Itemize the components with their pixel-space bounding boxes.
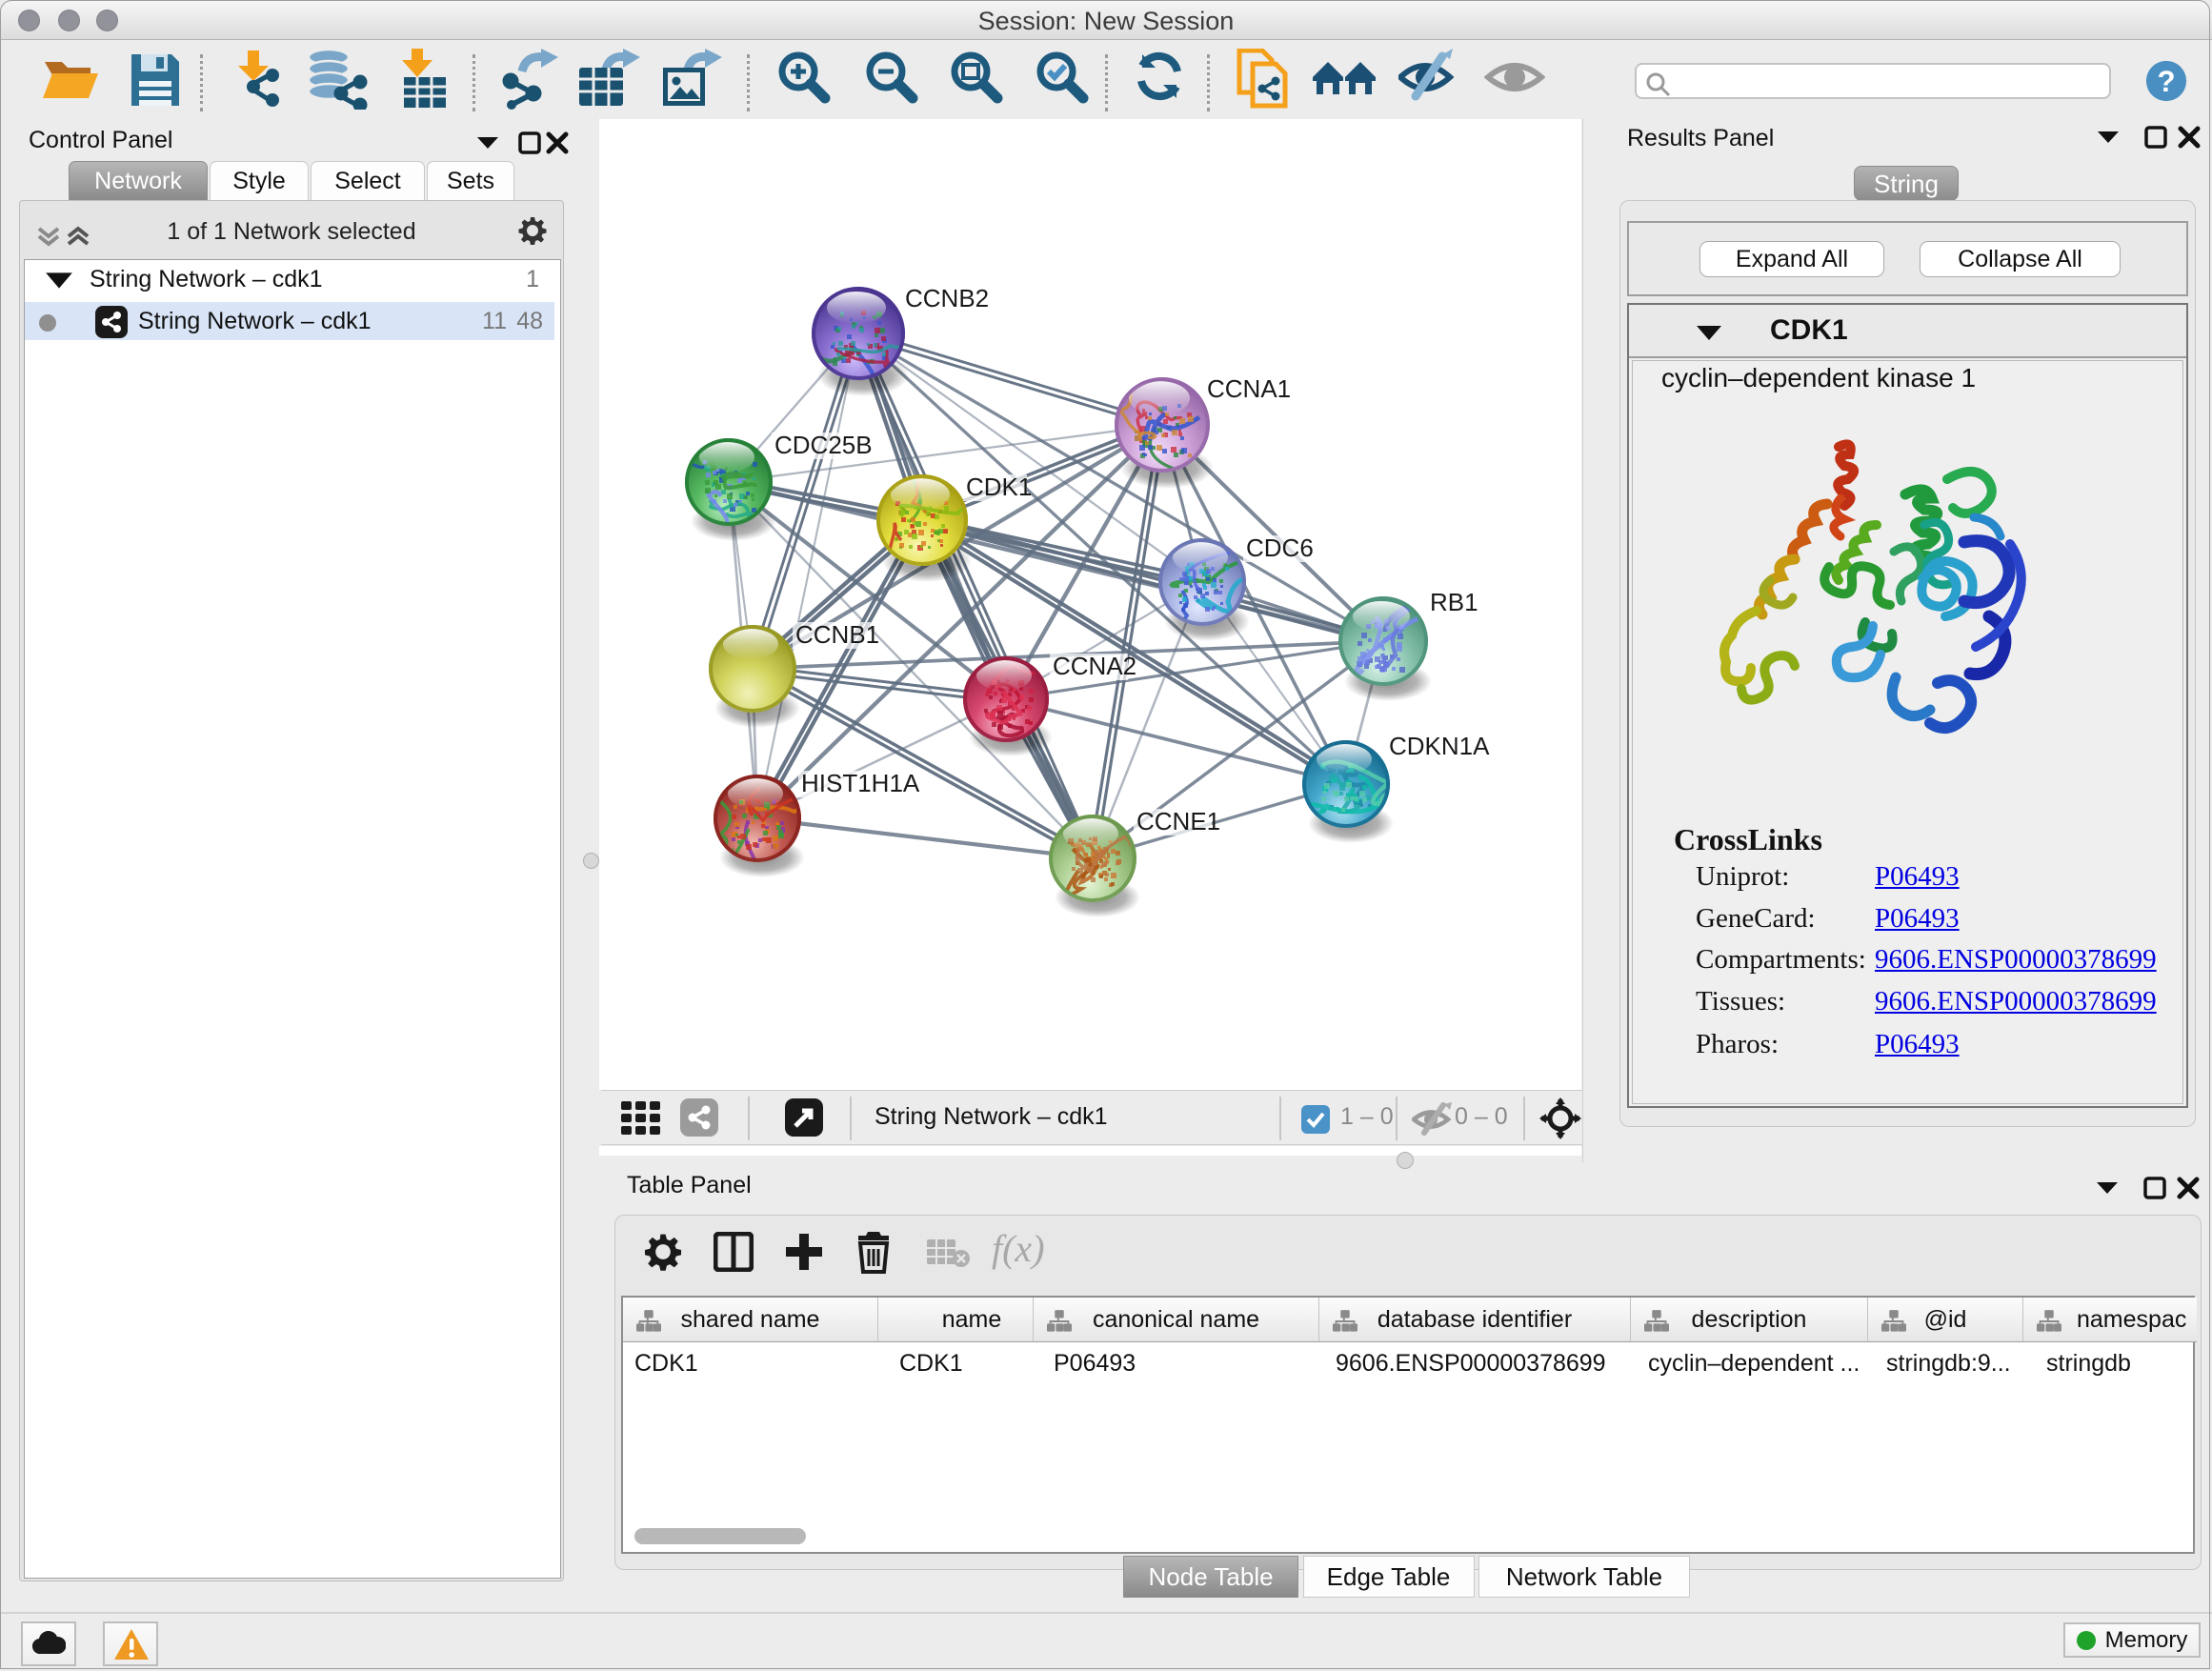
svg-text:RB1: RB1 xyxy=(1430,588,1478,616)
svg-text:HIST1H1A: HIST1H1A xyxy=(801,769,920,797)
svg-text:CCNB2: CCNB2 xyxy=(905,284,989,312)
svg-text:CCNE1: CCNE1 xyxy=(1136,807,1220,836)
svg-text:?: ? xyxy=(2157,65,2175,98)
svg-text:CCNA2: CCNA2 xyxy=(1053,652,1136,680)
svg-text:CDK1: CDK1 xyxy=(966,473,1032,501)
svg-text:CDC6: CDC6 xyxy=(1246,534,1314,562)
svg-text:CCNA1: CCNA1 xyxy=(1207,374,1291,403)
svg-text:CCNB1: CCNB1 xyxy=(795,620,879,649)
svg-text:CDC25B: CDC25B xyxy=(774,431,873,459)
svg-text:CDKN1A: CDKN1A xyxy=(1389,732,1490,760)
